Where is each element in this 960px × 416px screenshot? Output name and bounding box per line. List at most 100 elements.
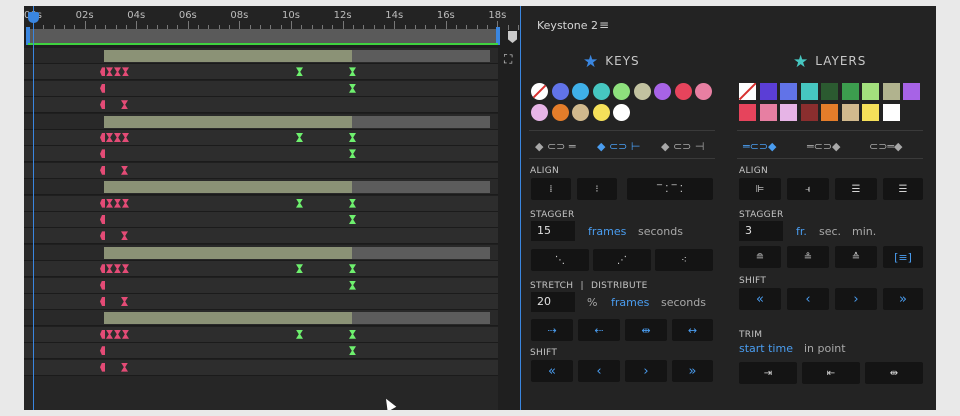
keyframe[interactable] bbox=[122, 67, 129, 77]
keyframe[interactable] bbox=[121, 362, 128, 372]
keys-stagger-field[interactable]: 15 bbox=[531, 221, 575, 241]
keyframe[interactable] bbox=[106, 198, 113, 208]
key-color-swatch[interactable] bbox=[531, 104, 548, 121]
layers-stagger-unit-fr[interactable]: fr. bbox=[796, 225, 807, 238]
layers-stagger-unit-min[interactable]: min. bbox=[852, 225, 876, 238]
stagger-keys-random-button[interactable]: ⁖ bbox=[655, 249, 713, 271]
keyframe[interactable] bbox=[122, 133, 129, 142]
key-color-swatch[interactable] bbox=[674, 83, 692, 100]
keyframe[interactable] bbox=[100, 83, 105, 93]
keyframe[interactable] bbox=[349, 264, 356, 274]
keyframe[interactable] bbox=[100, 67, 105, 77]
property-row[interactable] bbox=[24, 80, 498, 97]
key-color-swatch[interactable] bbox=[613, 104, 630, 121]
layer-color-swatch[interactable] bbox=[821, 104, 838, 121]
shift-keys-left-button[interactable]: ‹ bbox=[578, 360, 620, 382]
keyframe[interactable] bbox=[349, 280, 356, 290]
keys-stagger-unit-seconds[interactable]: seconds bbox=[638, 225, 683, 238]
trim-option-start-time[interactable]: start time bbox=[739, 342, 793, 355]
stagger-layers-up-button[interactable]: ≗ bbox=[787, 246, 829, 268]
trim-end-button[interactable]: ⇤ bbox=[802, 362, 860, 384]
property-row[interactable] bbox=[24, 277, 498, 294]
layer-color-swatch[interactable] bbox=[841, 104, 859, 121]
keyframe[interactable] bbox=[100, 215, 105, 224]
layer-row[interactable] bbox=[24, 310, 498, 327]
layer-color-swatch[interactable] bbox=[800, 83, 818, 100]
property-row[interactable] bbox=[24, 294, 498, 310]
property-row[interactable] bbox=[24, 97, 498, 114]
keyframe[interactable] bbox=[296, 133, 303, 142]
keyframe[interactable] bbox=[106, 264, 113, 274]
layer-row[interactable] bbox=[24, 113, 498, 130]
property-row[interactable] bbox=[24, 146, 498, 163]
align-layers-in-left-button[interactable]: ⊫ bbox=[739, 178, 781, 200]
key-color-swatch[interactable] bbox=[551, 104, 569, 121]
layer-duration-bar[interactable] bbox=[104, 246, 352, 259]
keyframe[interactable] bbox=[296, 67, 303, 77]
align-layers-out-right-button[interactable]: ☰ bbox=[883, 178, 923, 200]
layer-color-swatch[interactable] bbox=[759, 104, 777, 121]
keyframe[interactable] bbox=[349, 346, 356, 356]
layer-duration-bar-tail[interactable] bbox=[352, 312, 490, 325]
layer-color-swatch[interactable] bbox=[780, 104, 797, 121]
key-color-swatch[interactable] bbox=[633, 83, 651, 100]
align-layers-in-right-button[interactable]: ⫣ bbox=[787, 178, 829, 200]
stretch-right-button[interactable]: ⇢ bbox=[531, 319, 573, 341]
trim-both-button[interactable]: ⇹ bbox=[865, 362, 923, 384]
keyframe[interactable] bbox=[349, 67, 356, 77]
layer-duration-bar[interactable] bbox=[104, 50, 352, 62]
key-color-swatch[interactable] bbox=[654, 83, 671, 100]
stagger-keys-up-button[interactable]: ⋰ bbox=[593, 249, 651, 271]
keys-stretch-unit-seconds[interactable]: seconds bbox=[661, 296, 706, 309]
trim-option-in-point[interactable]: in point bbox=[804, 342, 846, 355]
stretch-left-button[interactable]: ⇠ bbox=[578, 319, 620, 341]
align-keys-time-button[interactable]: ‾ ⁚ ‾ ⁚ bbox=[627, 178, 713, 200]
key-link-mode-c[interactable]: ◆ ⊂⊃ ⊣ bbox=[661, 140, 704, 153]
keyframe[interactable] bbox=[122, 329, 129, 339]
layers-stagger-field[interactable]: 3 bbox=[739, 221, 783, 241]
layer-color-swatch[interactable] bbox=[903, 83, 920, 100]
stagger-layers-down-button[interactable]: ≘ bbox=[739, 246, 781, 268]
property-row[interactable] bbox=[24, 212, 498, 228]
keyframe[interactable] bbox=[100, 280, 105, 290]
layer-row[interactable] bbox=[24, 179, 498, 196]
layer-color-swatch[interactable] bbox=[862, 83, 879, 100]
align-layers-out-left-button[interactable]: ☰ bbox=[835, 178, 877, 200]
layer-duration-bar-tail[interactable] bbox=[352, 181, 490, 194]
keyframe[interactable] bbox=[114, 264, 121, 274]
layer-link-mode-c[interactable]: ⊂⊃═◆ bbox=[869, 140, 903, 153]
layer-color-swatch[interactable] bbox=[759, 83, 777, 100]
keys-stagger-unit-frames[interactable]: frames bbox=[588, 225, 626, 238]
key-color-swatch[interactable] bbox=[592, 83, 610, 100]
shift-keys-far-left-button[interactable]: « bbox=[531, 360, 573, 382]
key-link-mode-a[interactable]: ◆ ⊂⊃ ═ bbox=[535, 140, 576, 153]
keyframe[interactable] bbox=[349, 198, 356, 208]
layer-duration-bar-tail[interactable] bbox=[352, 50, 490, 62]
keyframe[interactable] bbox=[106, 67, 113, 77]
layer-duration-bar[interactable] bbox=[104, 115, 352, 128]
keyframe[interactable] bbox=[349, 133, 356, 142]
key-color-swatch[interactable] bbox=[572, 104, 589, 121]
trim-start-button[interactable]: ⇥ bbox=[739, 362, 797, 384]
layer-duration-bar-tail[interactable] bbox=[352, 246, 490, 259]
keyframe[interactable] bbox=[114, 67, 121, 77]
layer-row[interactable] bbox=[24, 244, 498, 261]
keyframe[interactable] bbox=[349, 149, 356, 159]
hamburger-icon[interactable]: ≡ bbox=[599, 18, 609, 32]
property-row[interactable] bbox=[24, 162, 498, 179]
no-color-swatch[interactable] bbox=[739, 83, 756, 100]
key-color-swatch[interactable] bbox=[592, 104, 610, 121]
keys-stretch-field[interactable]: 20 bbox=[531, 292, 575, 312]
layer-color-swatch[interactable] bbox=[780, 83, 797, 100]
keyframe[interactable] bbox=[100, 133, 105, 142]
keyframe[interactable] bbox=[100, 165, 105, 175]
keyframe[interactable] bbox=[349, 215, 356, 224]
key-color-swatch[interactable] bbox=[613, 83, 630, 100]
keyframe[interactable] bbox=[121, 231, 128, 241]
shift-layers-right-button[interactable]: › bbox=[835, 288, 877, 310]
composition-end-marker[interactable] bbox=[508, 31, 517, 43]
key-color-swatch[interactable] bbox=[572, 83, 589, 100]
layer-color-swatch[interactable] bbox=[862, 104, 879, 121]
layer-duration-bar[interactable] bbox=[104, 181, 352, 194]
keyframe[interactable] bbox=[349, 329, 356, 339]
